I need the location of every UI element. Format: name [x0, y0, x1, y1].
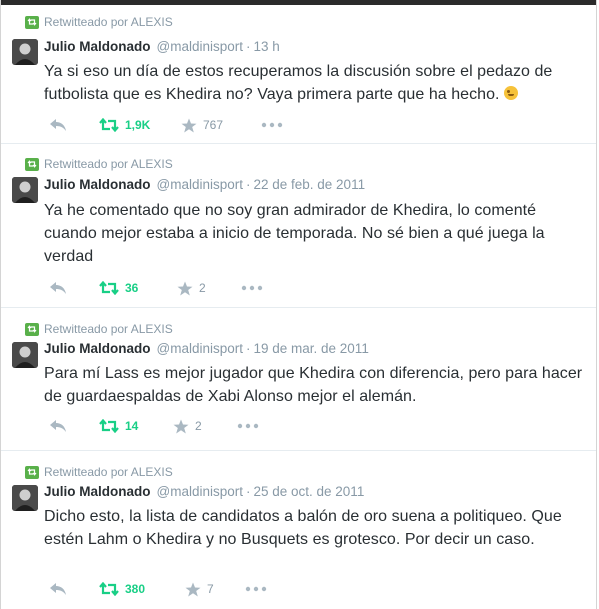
tweet-text: Ya si eso un día de estos recuperamos la… [44, 63, 553, 103]
tweet-time[interactable]: 25 de oct. de 2011 [253, 484, 364, 499]
retweet-context-label: Retwitteado por ALEXIS [44, 465, 173, 479]
reply-icon[interactable] [49, 582, 99, 596]
author-name[interactable]: Julio Maldonado [44, 177, 151, 192]
tweet-4[interactable]: Retwitteado por ALEXIS Julio Maldonado @m… [1, 451, 596, 609]
retweet-context-label: Retwitteado por ALEXIS [44, 157, 173, 171]
retweet-context-label: Retwitteado por ALEXIS [44, 15, 173, 29]
retweet-icon [99, 419, 119, 433]
author-name[interactable]: Julio Maldonado [44, 484, 151, 499]
favorite-count: 767 [203, 118, 224, 132]
tweet-header: Julio Maldonado @maldinisport · 22 de feb. … [44, 177, 365, 192]
tweet-header: Julio Maldonado @maldinisport · 19 de mar. … [44, 341, 369, 356]
more-icon[interactable] [261, 122, 283, 128]
retweet-count: 36 [125, 281, 139, 295]
tweet-2[interactable]: Retwitteado por ALEXIS Julio Maldonado @m… [1, 144, 596, 308]
retweet-badge-icon [25, 465, 39, 479]
tweet-text: Ya he comentado que no soy gran admirado… [44, 202, 545, 265]
retweet-context-label: Retwitteado por ALEXIS [44, 322, 173, 336]
favorite-button[interactable]: 2 [173, 419, 237, 434]
star-icon [173, 419, 189, 434]
tweet-1[interactable]: Retwitteado por ALEXIS Julio Maldonado @m… [1, 5, 596, 144]
favorite-count: 2 [195, 419, 202, 433]
retweet-badge-icon [25, 157, 39, 171]
reply-icon[interactable] [49, 281, 99, 295]
reply-icon[interactable] [49, 118, 99, 132]
author-handle[interactable]: @maldinisport [157, 341, 243, 356]
retweet-context: Retwitteado por ALEXIS [25, 322, 173, 336]
star-icon [185, 582, 201, 597]
author-handle[interactable]: @maldinisport [157, 39, 243, 54]
retweet-button[interactable]: 1,9K [99, 118, 181, 132]
favorite-button[interactable]: 767 [181, 118, 261, 133]
favorite-button[interactable]: 7 [185, 582, 245, 597]
retweet-count: 14 [125, 419, 139, 433]
tweet-text-container: Ya si eso un día de estos recuperamos la… [44, 60, 592, 106]
retweet-context: Retwitteado por ALEXIS [25, 15, 173, 29]
more-icon[interactable] [241, 285, 263, 291]
retweet-badge-icon [25, 322, 39, 336]
separator: · [245, 39, 251, 54]
separator: · [245, 341, 251, 356]
author-name[interactable]: Julio Maldonado [44, 341, 151, 356]
more-icon[interactable] [245, 586, 267, 592]
tweet-actions: 380 7 [49, 579, 267, 599]
winking-face-icon [503, 86, 518, 100]
avatar[interactable] [12, 485, 38, 511]
tweet-time[interactable]: 19 de mar. de 2011 [253, 341, 368, 356]
tweet-actions: 14 2 [49, 416, 259, 436]
retweet-icon [99, 118, 119, 132]
retweet-button[interactable]: 36 [99, 281, 177, 295]
star-icon [177, 281, 193, 296]
separator: · [245, 177, 251, 192]
tweet-text-container: Dicho esto, la lista de candidatos a bal… [44, 505, 592, 551]
tweet-time[interactable]: 13 h [253, 39, 279, 54]
star-icon [181, 118, 197, 133]
timeline: Retwitteado por ALEXIS Julio Maldonado @m… [0, 0, 597, 609]
retweet-count: 380 [125, 582, 146, 596]
tweet-text-container: Ya he comentado que no soy gran admirado… [44, 199, 592, 268]
favorite-count: 7 [207, 582, 214, 596]
author-handle[interactable]: @maldinisport [157, 484, 243, 499]
avatar[interactable] [12, 177, 38, 203]
more-icon[interactable] [237, 423, 259, 429]
retweet-icon [99, 582, 119, 596]
retweet-button[interactable]: 380 [99, 582, 185, 596]
favorite-button[interactable]: 2 [177, 281, 241, 296]
author-handle[interactable]: @maldinisport [157, 177, 243, 192]
tweet-time[interactable]: 22 de feb. de 2011 [253, 177, 365, 192]
separator: · [245, 484, 251, 499]
tweet-actions: 1,9K 767 [49, 115, 283, 135]
retweet-button[interactable]: 14 [99, 419, 173, 433]
retweet-badge-icon [25, 15, 39, 29]
tweet-text-container: Para mí Lass es mejor jugador que Khedir… [44, 362, 592, 408]
retweet-context: Retwitteado por ALEXIS [25, 157, 173, 171]
avatar[interactable] [12, 39, 38, 65]
tweet-text: Dicho esto, la lista de candidatos a bal… [44, 508, 562, 548]
avatar[interactable] [12, 342, 38, 368]
reply-icon[interactable] [49, 419, 99, 433]
author-name[interactable]: Julio Maldonado [44, 39, 151, 54]
favorite-count: 2 [199, 281, 206, 295]
retweet-icon [99, 281, 119, 295]
retweet-count: 1,9K [125, 118, 151, 132]
tweet-header: Julio Maldonado @maldinisport · 25 de oct. … [44, 484, 364, 499]
tweet-text: Para mí Lass es mejor jugador que Khedir… [44, 365, 583, 405]
tweet-actions: 36 2 [49, 278, 263, 298]
retweet-context: Retwitteado por ALEXIS [25, 465, 173, 479]
tweet-3[interactable]: Retwitteado por ALEXIS Julio Maldonado @m… [1, 308, 596, 451]
tweet-header: Julio Maldonado @maldinisport · 13 h [44, 39, 280, 54]
